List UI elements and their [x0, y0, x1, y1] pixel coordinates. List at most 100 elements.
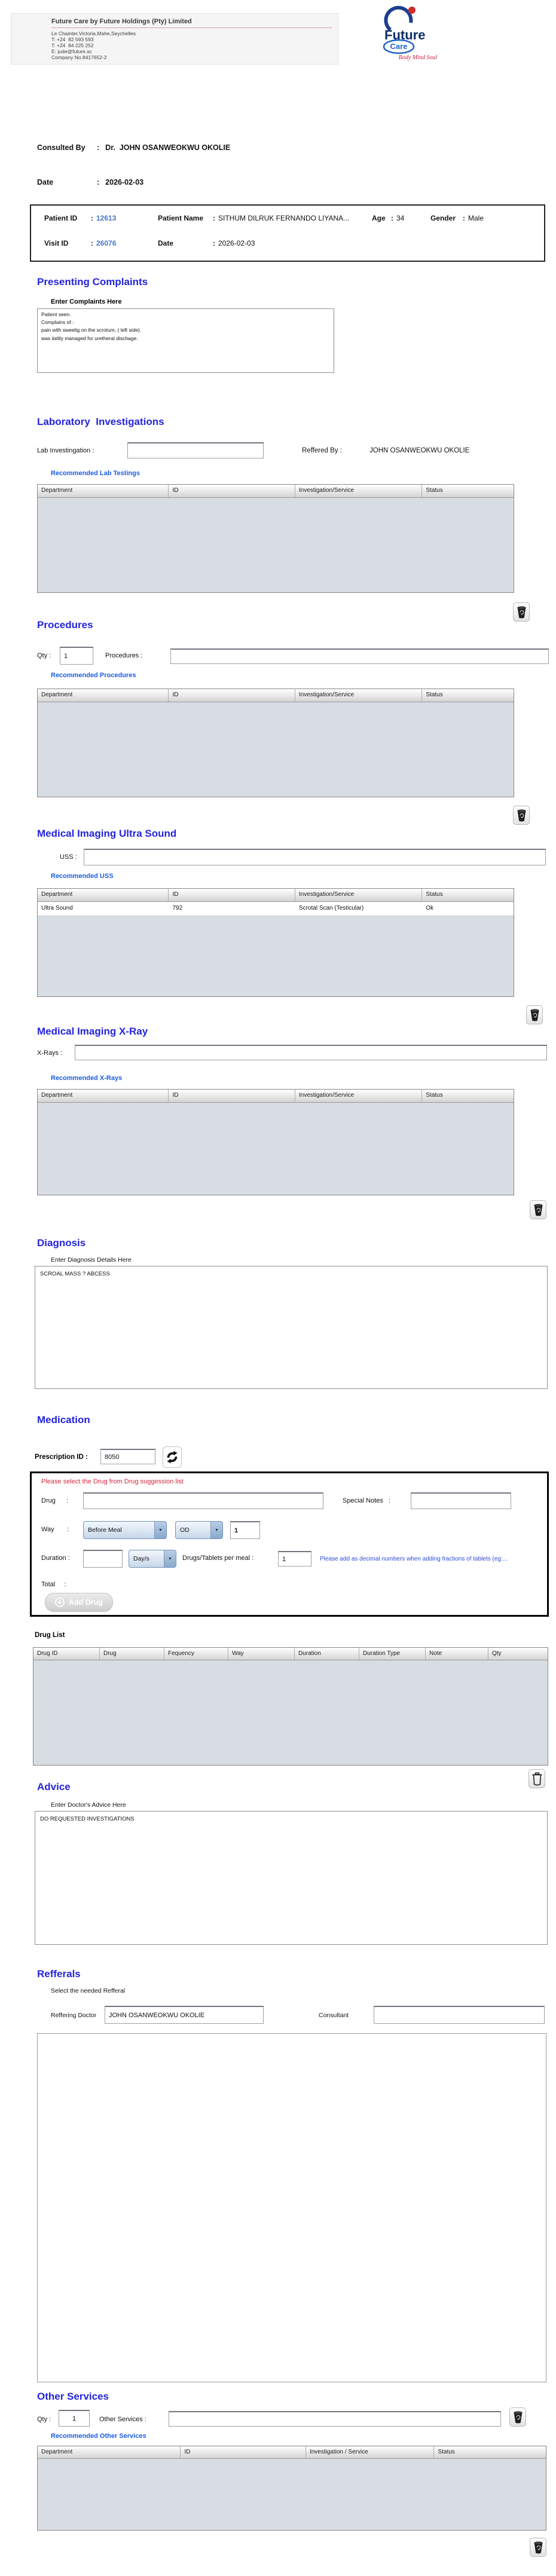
- chevron-down-icon: ▼: [164, 1550, 176, 1567]
- patient-info-box: Patient ID : 12613 Patient Name : SITHUM…: [30, 204, 545, 262]
- colon: :: [91, 214, 93, 222]
- drug-list-table: Drug ID Drug Fequency Way Duration Durat…: [33, 1647, 548, 1766]
- diagnosis-label: Enter Diagnosis Details Here: [51, 1256, 132, 1263]
- delete-lab-table-button[interactable]: [513, 602, 530, 622]
- delete-other-services-table-button[interactable]: [530, 2538, 546, 2557]
- col-status: Status: [426, 891, 443, 898]
- uss-table: Department ID Investigation/Service Stat…: [37, 888, 514, 997]
- consult-date-value: 2026-02-03: [105, 178, 144, 186]
- table-header-row: Department ID Investigation / Service St…: [38, 2446, 546, 2459]
- company-name: Future Care by Future Holdings (Pty) Lim…: [51, 18, 192, 25]
- patient-name-label: Patient Name: [158, 214, 204, 222]
- prescription-id-label: Prescription ID :: [35, 1454, 88, 1461]
- xray-table: Department ID Investigation/Service Stat…: [37, 1089, 514, 1195]
- xray-input[interactable]: [75, 1045, 547, 1060]
- col-way: Way: [228, 1648, 295, 1660]
- section-title-laboratory: Laboratory Investigations: [37, 416, 164, 427]
- lab-investigation-label: Lab Investingation :: [37, 447, 94, 454]
- col-department: Department: [38, 2446, 181, 2458]
- cell-id: 792: [172, 905, 183, 911]
- company-phone-1: T: +24 82 593 593: [51, 36, 94, 42]
- age-value: 34: [396, 214, 405, 222]
- refferal-list-box[interactable]: [37, 2033, 546, 2382]
- drug-list-label: Drug List: [35, 1632, 65, 1639]
- future-care-logo: Future Care Body Mind Soul: [383, 5, 438, 61]
- logo-word-care: Care: [390, 42, 408, 51]
- delete-xray-table-button[interactable]: [530, 1200, 546, 1219]
- table-header-row: Department ID Investigation/Service Stat…: [38, 485, 514, 498]
- colon: :: [213, 214, 215, 222]
- consultant-input[interactable]: [374, 2006, 545, 2024]
- reffered-by-label: Reffered By :: [302, 447, 342, 454]
- section-title-medication: Medication: [37, 1414, 90, 1425]
- trash-icon: [513, 2411, 523, 2423]
- other-services-qty-input[interactable]: [59, 2410, 90, 2427]
- col-frequency: Fequency: [164, 1648, 228, 1660]
- other-services-input[interactable]: [169, 2411, 501, 2427]
- advice-label: Enter Doctor's Advice Here: [51, 1801, 126, 1809]
- colon: :: [97, 143, 100, 152]
- visit-id-value: 26076: [96, 239, 117, 247]
- patient-id-group: Patient ID : 12613: [44, 214, 116, 222]
- delete-procedures-table-button[interactable]: [513, 806, 530, 825]
- duration-type-select[interactable]: Day/s ▼: [129, 1550, 176, 1568]
- special-notes-label: Special Notes :: [343, 1497, 391, 1504]
- patient-name-value: SITHUM DILRUK FERNANDO LIYANA...: [218, 214, 350, 222]
- frequency-select[interactable]: OD ▼: [175, 1521, 223, 1539]
- visit-id-label: Visit ID: [44, 239, 69, 247]
- patient-name-group: Patient Name : SITHUM DILRUK FERNANDO LI…: [158, 214, 349, 222]
- drug-input[interactable]: [83, 1492, 323, 1509]
- col-department: Department: [38, 485, 169, 497]
- col-id: ID: [169, 689, 295, 702]
- patient-id-value: 12613: [96, 214, 117, 222]
- col-investigation: Investigation/Service: [295, 1090, 423, 1102]
- logo-tagline: Body Mind Soul: [399, 54, 438, 61]
- chevron-down-icon: ▼: [154, 1522, 166, 1538]
- col-status: Status: [426, 692, 443, 698]
- col-department: Department: [38, 1090, 169, 1102]
- table-row[interactable]: Ultra Sound 792 Scrotal Scan (Testicular…: [38, 902, 514, 916]
- col-department: Department: [38, 889, 169, 901]
- special-notes-input[interactable]: [411, 1492, 511, 1509]
- advice-textarea[interactable]: DO REQUESTED INVESTIGATIONS: [35, 1811, 548, 1945]
- duration-input[interactable]: [83, 1550, 123, 1568]
- table-header-row: Department ID Investigation/Service Stat…: [38, 889, 514, 902]
- refresh-prescription-button[interactable]: [163, 1446, 182, 1468]
- frequency-qty-input[interactable]: [230, 1521, 260, 1539]
- delete-other-services-input-button[interactable]: [509, 2407, 526, 2427]
- company-email: E: jude@future.sc: [51, 48, 92, 54]
- prescription-id-input[interactable]: [100, 1449, 155, 1464]
- consulted-by-label: Consulted By: [37, 143, 85, 152]
- logo-swoosh: [384, 5, 413, 32]
- delete-drug-list-button[interactable]: [528, 1769, 545, 1788]
- trash-icon: [530, 1009, 539, 1021]
- way-select[interactable]: Before Meal ▼: [83, 1521, 167, 1539]
- consult-date-row: Date : 2026-02-03: [37, 178, 143, 186]
- fraction-note: Please add as decimal numbers when addin…: [320, 1556, 508, 1562]
- add-drug-button[interactable]: Add Drug: [45, 1593, 113, 1612]
- gender-value: Male: [468, 214, 484, 222]
- lab-investigation-input[interactable]: [127, 442, 264, 458]
- col-note: Note: [426, 1648, 488, 1660]
- cell-investigation: Scrotal Scan (Testicular): [298, 905, 364, 911]
- per-meal-input[interactable]: [278, 1551, 311, 1567]
- uss-input[interactable]: [84, 849, 546, 865]
- visit-id-group: Visit ID : 26076: [44, 239, 116, 247]
- section-title-refferals: Refferals: [37, 1968, 81, 1980]
- delete-uss-table-button[interactable]: [526, 1005, 543, 1024]
- procedures-qty-input[interactable]: [60, 647, 93, 665]
- duration-label: Duration :: [41, 1555, 70, 1562]
- xray-label: X-Rays :: [37, 1050, 63, 1057]
- section-title-presenting-complaints: Presenting Complaints: [37, 276, 148, 287]
- procedures-table: Department ID Investigation/Service Stat…: [37, 689, 514, 797]
- section-title-diagnosis: Diagnosis: [37, 1237, 86, 1249]
- col-duration-type: Duration Type: [359, 1648, 426, 1660]
- table-header-row: Drug ID Drug Fequency Way Duration Durat…: [33, 1648, 548, 1660]
- col-drug-id: Drug ID: [33, 1648, 100, 1660]
- procedures-input[interactable]: [170, 648, 549, 664]
- reffering-doctor-input[interactable]: [105, 2006, 264, 2024]
- col-department: Department: [38, 689, 169, 702]
- other-services-table: Department ID Investigation / Service St…: [37, 2446, 546, 2531]
- diagnosis-textarea[interactable]: SCROAL MASS ? ABCESS: [35, 1266, 548, 1389]
- complaints-textarea[interactable]: Patient seen. Complains of : pain with s…: [37, 308, 334, 373]
